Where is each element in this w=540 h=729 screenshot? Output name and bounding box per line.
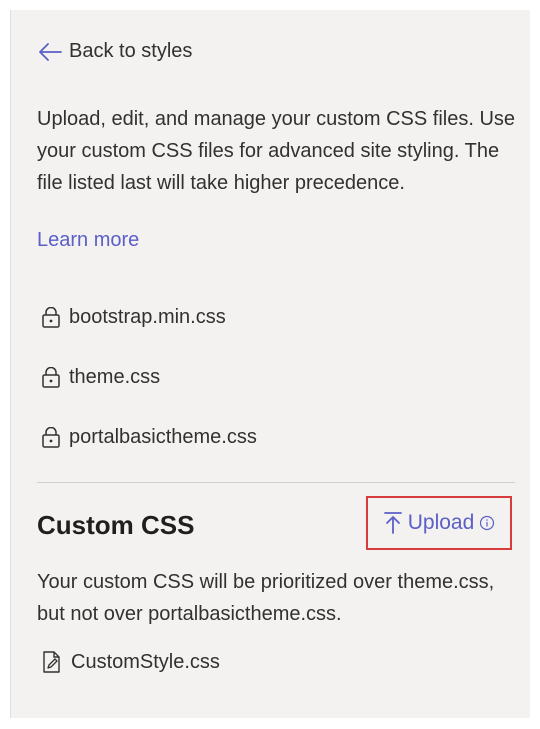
locked-file-bootstrap[interactable]: bootstrap.min.css [41, 306, 226, 329]
upload-label: Upload [407, 511, 475, 534]
learn-more-link[interactable]: Learn more [37, 229, 139, 252]
lock-icon [41, 306, 61, 329]
custom-css-note: Your custom CSS will be prioritized over… [37, 571, 495, 625]
lock-icon [41, 426, 61, 449]
lock-icon [41, 366, 61, 389]
back-link-label: Back to styles [69, 40, 193, 62]
file-name: portalbasictheme.css [69, 426, 257, 448]
file-name: bootstrap.min.css [69, 306, 226, 328]
arrow-left-icon [37, 41, 63, 63]
info-icon[interactable] [479, 515, 495, 531]
locked-file-theme[interactable]: theme.css [41, 366, 160, 389]
section-divider [37, 482, 515, 483]
file-name: theme.css [69, 366, 161, 388]
custom-css-heading: Custom CSS [37, 510, 195, 540]
custom-file-item[interactable]: CustomStyle.css [41, 650, 220, 674]
file-edit-icon [41, 650, 63, 674]
upload-button[interactable]: Upload [366, 496, 512, 550]
file-name: CustomStyle.css [71, 650, 220, 673]
back-to-styles-link[interactable]: Back to styles [37, 40, 192, 63]
locked-file-portalbasictheme[interactable]: portalbasictheme.css [41, 426, 257, 449]
upload-arrow-icon [383, 511, 403, 535]
styles-panel: Back to styles Upload, edit, and manage … [10, 10, 530, 718]
panel-description: Upload, edit, and manage your custom CSS… [37, 108, 516, 194]
